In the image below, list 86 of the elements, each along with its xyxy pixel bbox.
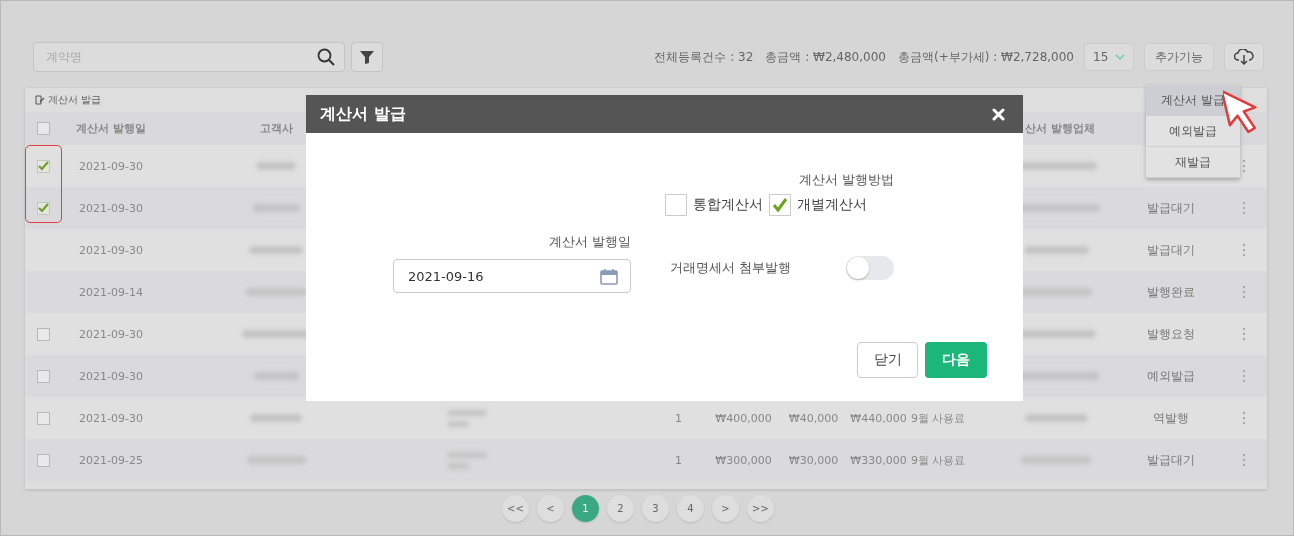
- column-header: 계산서 발행일: [76, 121, 146, 136]
- more-icon[interactable]: [1242, 159, 1246, 173]
- table-cell: 발행요청: [1147, 325, 1195, 343]
- first-page-button[interactable]: <<: [502, 495, 529, 522]
- funnel-icon: [359, 49, 375, 65]
- summary-text: 전체등록건수 : 32: [654, 48, 754, 66]
- close-icon[interactable]: [992, 107, 1005, 121]
- table-cell: ₩400,000: [715, 411, 772, 425]
- checkbox[interactable]: [36, 369, 50, 383]
- checkbox[interactable]: [36, 201, 50, 215]
- field-label: 계산서 발행방법: [798, 171, 894, 189]
- table-cell: 역발행: [1153, 409, 1189, 427]
- column-header: 산서 발행업체: [1025, 121, 1095, 136]
- more-icon[interactable]: [1242, 327, 1246, 341]
- summary-text: 총금액(+부가세) : ₩2,728,000: [897, 48, 1074, 66]
- cloud-download-icon: [1234, 49, 1254, 65]
- toggle-switch[interactable]: [846, 256, 894, 280]
- download-button[interactable]: [1224, 43, 1264, 71]
- page-button[interactable]: 2: [607, 495, 634, 522]
- menu-item[interactable]: 재발급: [1146, 147, 1240, 178]
- checkbox[interactable]: [36, 453, 50, 467]
- table-cell: 2021-09-30: [79, 159, 143, 173]
- more-functions-button[interactable]: 추가기능: [1144, 43, 1214, 71]
- more-icon[interactable]: [1242, 369, 1246, 383]
- table-cell: ₩30,000: [788, 453, 839, 467]
- more-icon[interactable]: [1242, 453, 1246, 467]
- redacted-text: [1023, 246, 1089, 254]
- previous-page-button[interactable]: <: [537, 495, 564, 522]
- redacted-text: [1024, 414, 1088, 422]
- more-icon[interactable]: [1242, 243, 1246, 257]
- table-cell: 1: [675, 411, 682, 425]
- table-cell: ₩440,000: [850, 411, 907, 425]
- page-button[interactable]: 4: [677, 495, 704, 522]
- last-page-button[interactable]: >>: [747, 495, 774, 522]
- redacted-text: [1020, 288, 1092, 296]
- chevron-down-icon: [1115, 54, 1125, 60]
- checkbox[interactable]: [36, 411, 50, 425]
- table-cell: ₩40,000: [788, 411, 839, 425]
- table-cell: 9월 사용료: [911, 410, 966, 426]
- checkbox-label: 통합계산서: [693, 196, 763, 214]
- column-header: 고객사: [259, 121, 293, 136]
- next-button[interactable]: 다음: [925, 342, 987, 378]
- page-size-select[interactable]: 15: [1084, 43, 1134, 71]
- filter-button[interactable]: [351, 42, 383, 72]
- table-cell: 발급대기: [1147, 199, 1195, 217]
- page-button[interactable]: 3: [642, 495, 669, 522]
- toggle-label: 거래명세서 첨부발행: [670, 259, 792, 277]
- redacted-text: [245, 288, 307, 296]
- more-icon[interactable]: [1242, 411, 1246, 425]
- table-cell: 2021-09-30: [79, 411, 143, 425]
- table-cell: 발급대기: [1147, 241, 1195, 259]
- more-icon[interactable]: [1242, 201, 1246, 215]
- checkbox[interactable]: [36, 159, 50, 173]
- close-button[interactable]: 닫기: [857, 342, 918, 378]
- field-label: 계산서 발행일: [548, 233, 631, 251]
- redacted-text: [250, 414, 302, 422]
- dialog-title: 계산서 발급: [320, 103, 406, 125]
- search-icon: [317, 48, 335, 66]
- checkbox[interactable]: [665, 194, 687, 216]
- table-cell: 2021-09-30: [79, 243, 143, 257]
- table-cell: 2021-09-14: [79, 285, 143, 299]
- next-page-button[interactable]: >: [712, 495, 739, 522]
- table-cell: 예외발급: [1147, 367, 1195, 385]
- table-cell: 9월 사용료: [911, 452, 966, 468]
- table-cell: ₩300,000: [715, 453, 772, 467]
- date-field[interactable]: 2021-09-16: [393, 259, 631, 293]
- page-button[interactable]: 1: [572, 495, 599, 522]
- table-cell: 2021-09-30: [79, 327, 143, 341]
- more-icon[interactable]: [1242, 285, 1246, 299]
- checkbox-label: 개별계산서: [797, 196, 867, 214]
- table-cell: 발행완료: [1147, 283, 1195, 301]
- issue-invoice-button[interactable]: 계산서 발급: [35, 93, 102, 107]
- table-cell: 2021-09-30: [79, 369, 143, 383]
- table-cell: 발급대기: [1147, 451, 1195, 469]
- checkbox[interactable]: [36, 327, 50, 341]
- summary-text: 총금액 : ₩2,480,000: [765, 48, 886, 66]
- checkbox[interactable]: [769, 194, 791, 216]
- table-cell: 1: [675, 453, 682, 467]
- table-cell: 2021-09-30: [79, 201, 143, 215]
- document-edit-icon: [35, 95, 45, 105]
- table-cell: 2021-09-25: [79, 453, 143, 467]
- redacted-text: [249, 246, 303, 254]
- redacted-text: [256, 162, 296, 170]
- checkbox[interactable]: [36, 122, 50, 135]
- table-cell: ₩330,000: [850, 453, 907, 467]
- calendar-icon[interactable]: [600, 267, 618, 285]
